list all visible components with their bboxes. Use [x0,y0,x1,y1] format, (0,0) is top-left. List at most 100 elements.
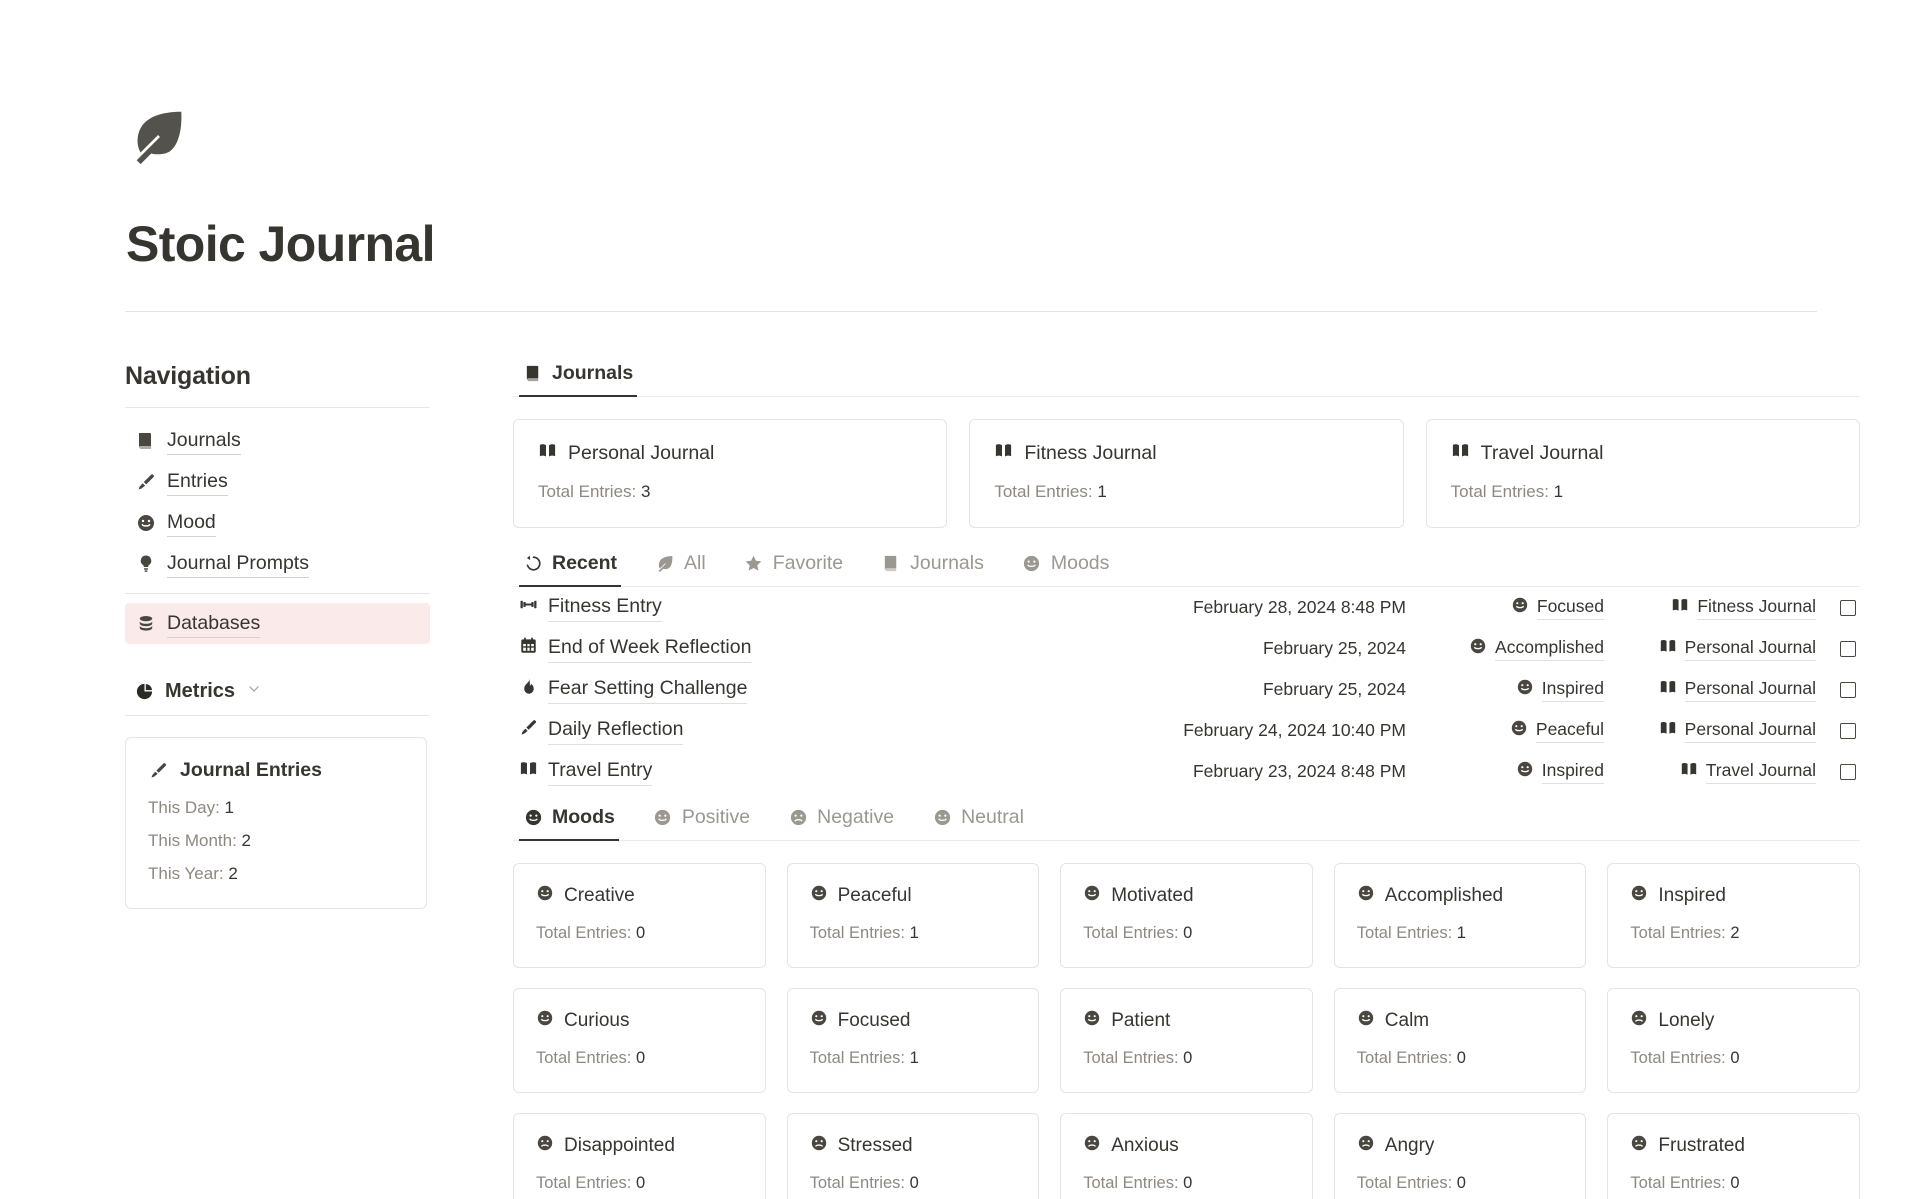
mood-card-subtitle: Total Entries: 1 [810,1049,1017,1068]
smiley-icon [1357,884,1375,908]
mood-card-title: Creative [536,884,743,908]
entry-title[interactable]: End of Week Reflection [548,634,752,663]
sidebar-nav-divider [125,593,430,594]
mood-card[interactable]: Stressed Total Entries: 0 [786,1113,1040,1199]
total-entries-value: 0 [1456,1174,1466,1192]
tab-positive[interactable]: Positive [649,806,754,840]
sidebar-item-databases[interactable]: Databases [125,603,430,644]
total-entries-label: Total Entries: [536,1174,632,1192]
frowny-icon [1083,1134,1101,1158]
mood-card-name: Frustrated [1658,1135,1745,1156]
entry-journal[interactable]: Personal Journal [1616,677,1828,702]
frowny-icon [1630,1009,1648,1033]
book-open-icon [519,759,538,783]
entry-mood[interactable]: Accomplished [1420,636,1616,661]
mood-card-name: Patient [1111,1010,1171,1031]
entry-title[interactable]: Fear Setting Challenge [548,675,748,704]
mood-card[interactable]: Angry Total Entries: 0 [1333,1113,1587,1199]
total-entries-label: Total Entries: [809,1049,905,1067]
mood-card[interactable]: Curious Total Entries: 0 [513,988,766,1093]
entry-title[interactable]: Daily Reflection [548,716,684,745]
total-entries-label: Total Entries: [1356,924,1453,942]
tab-recent[interactable]: Recent [519,552,622,587]
table-row[interactable]: Daily Reflection February 24, 2024 10:40… [513,710,1860,751]
mood-card-title: Peaceful [810,884,1017,908]
entry-checkbox[interactable] [1840,722,1856,739]
total-entries-label: Total Entries: [1630,1049,1726,1067]
journal-card[interactable]: Personal Journal Total Entries: 3 [513,419,948,528]
tab-moods-filter[interactable]: Moods [1018,552,1114,586]
mood-card[interactable]: Creative Total Entries: 0 [513,863,766,968]
sidebar-item-label: Journals [167,426,241,456]
metrics-divider [125,715,430,716]
mood-card[interactable]: Accomplished Total Entries: 1 [1333,863,1587,968]
frowny-icon [536,1134,554,1158]
leaf-icon [655,554,675,574]
mood-card[interactable]: Lonely Total Entries: 0 [1607,988,1860,1093]
entry-title[interactable]: Fitness Entry [548,593,662,622]
mood-card[interactable]: Anxious Total Entries: 0 [1060,1113,1313,1199]
mood-card-title: Stressed [810,1134,1017,1158]
sidebar-item-journals[interactable]: Journals [125,420,430,461]
total-entries-value: 1 [909,924,919,942]
tab-negative[interactable]: Negative [784,806,898,840]
entry-mood[interactable]: Focused [1420,595,1616,620]
frowny-icon [1357,1134,1375,1158]
total-entries-value: 1 [1553,482,1564,501]
tab-moods[interactable]: Moods [519,806,619,841]
tab-journals-filter[interactable]: Journals [877,552,988,586]
table-row[interactable]: Fear Setting Challenge February 25, 2024… [513,669,1860,710]
table-row[interactable]: Fitness Entry February 28, 2024 8:48 PM … [513,587,1860,628]
total-entries-value: 1 [1097,482,1107,501]
entry-checkbox[interactable] [1840,763,1856,780]
mood-card-title: Anxious [1083,1134,1290,1158]
mood-card[interactable]: Peaceful Total Entries: 1 [786,863,1040,968]
entry-mood[interactable]: Peaceful [1420,718,1616,743]
journal-card-name: Personal Journal [568,442,715,464]
entry-journal[interactable]: Travel Journal [1616,759,1828,784]
metric-label: This Year: [148,864,224,883]
total-entries-value: 1 [1456,924,1466,942]
journal-card[interactable]: Fitness Journal Total Entries: 1 [969,419,1404,528]
sidebar-item-entries[interactable]: Entries [125,461,430,502]
tab-neutral[interactable]: Neutral [928,806,1028,840]
entry-mood[interactable]: Inspired [1420,759,1616,784]
tab-favorite[interactable]: Favorite [740,552,847,586]
tab-label: Neutral [961,806,1024,828]
metrics-section-header[interactable]: Metrics [125,680,430,703]
entry-journal-label: Personal Journal [1684,677,1816,702]
sidebar-item-mood[interactable]: Mood [125,502,430,543]
journal-card[interactable]: Travel Journal Total Entries: 1 [1425,419,1860,528]
mood-card[interactable]: Calm Total Entries: 0 [1333,988,1587,1093]
entry-journal[interactable]: Personal Journal [1616,636,1828,661]
mood-card-subtitle: Total Entries: 1 [1357,924,1564,943]
total-entries-value: 0 [635,1049,646,1067]
total-entries-value: 0 [1183,1174,1193,1192]
mood-card[interactable]: Patient Total Entries: 0 [1060,988,1313,1093]
mood-card-title: Curious [536,1009,743,1033]
tab-journals[interactable]: Journals [519,362,638,397]
entry-title[interactable]: Travel Entry [548,757,653,786]
smiley-icon [1357,1009,1375,1033]
mood-card-name: Motivated [1111,885,1194,906]
entry-journal[interactable]: Personal Journal [1616,718,1828,743]
entry-mood[interactable]: Inspired [1420,677,1616,702]
mood-card[interactable]: Inspired Total Entries: 2 [1607,863,1860,968]
mood-card-subtitle: Total Entries: 0 [536,924,743,943]
mood-card[interactable]: Focused Total Entries: 1 [786,988,1040,1093]
entry-checkbox[interactable] [1840,640,1856,657]
mood-card[interactable]: Frustrated Total Entries: 0 [1607,1113,1860,1199]
sidebar-item-journal-prompts[interactable]: Journal Prompts [125,543,430,584]
mood-card[interactable]: Motivated Total Entries: 0 [1060,863,1313,968]
mood-card[interactable]: Disappointed Total Entries: 0 [513,1113,766,1199]
tab-all[interactable]: All [651,552,710,586]
chevron-down-icon[interactable] [247,682,261,701]
tab-label: Negative [817,806,895,828]
entry-journal[interactable]: Fitness Journal [1616,595,1828,620]
entry-checkbox[interactable] [1840,681,1856,698]
table-row[interactable]: Travel Entry February 23, 2024 8:48 PM I… [513,751,1860,792]
table-row[interactable]: End of Week Reflection February 25, 2024… [513,628,1860,669]
metric-value: 2 [241,831,252,850]
metric-row: This Month: 2 [148,831,404,851]
entry-checkbox[interactable] [1840,599,1856,616]
